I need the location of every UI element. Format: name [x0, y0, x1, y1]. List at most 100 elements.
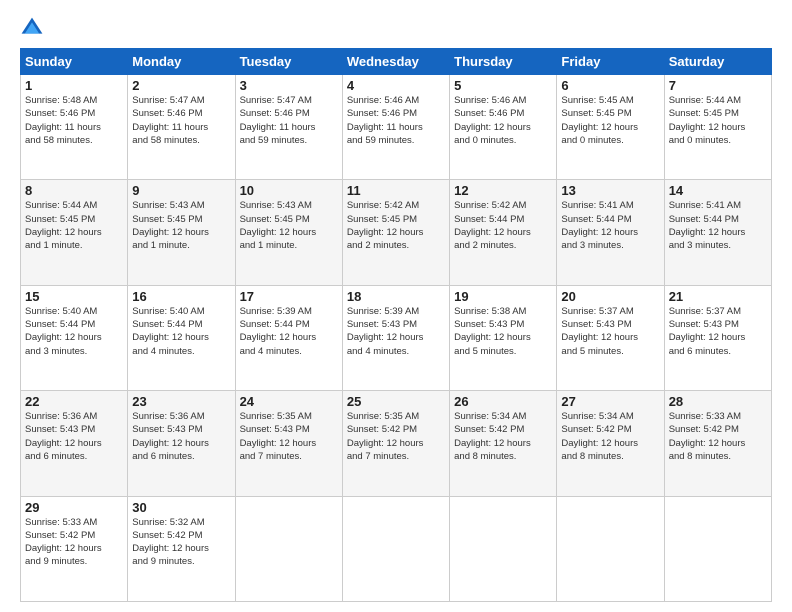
day-number: 30	[132, 500, 230, 515]
page: Sunday Monday Tuesday Wednesday Thursday…	[0, 0, 792, 612]
header-saturday: Saturday	[664, 49, 771, 75]
day-number: 21	[669, 289, 767, 304]
day-number: 29	[25, 500, 123, 515]
day-info: Sunrise: 5:39 AMSunset: 5:44 PMDaylight:…	[240, 305, 338, 358]
empty-cell	[342, 496, 449, 601]
day-info: Sunrise: 5:33 AMSunset: 5:42 PMDaylight:…	[669, 410, 767, 463]
day-1: 1Sunrise: 5:48 AMSunset: 5:46 PMDaylight…	[21, 75, 128, 180]
day-number: 23	[132, 394, 230, 409]
day-number: 18	[347, 289, 445, 304]
day-28: 28Sunrise: 5:33 AMSunset: 5:42 PMDayligh…	[664, 391, 771, 496]
day-info: Sunrise: 5:47 AMSunset: 5:46 PMDaylight:…	[132, 94, 230, 147]
empty-cell	[235, 496, 342, 601]
day-info: Sunrise: 5:48 AMSunset: 5:46 PMDaylight:…	[25, 94, 123, 147]
day-number: 14	[669, 183, 767, 198]
weekday-header-row: Sunday Monday Tuesday Wednesday Thursday…	[21, 49, 772, 75]
day-info: Sunrise: 5:33 AMSunset: 5:42 PMDaylight:…	[25, 516, 123, 569]
day-12: 12Sunrise: 5:42 AMSunset: 5:44 PMDayligh…	[450, 180, 557, 285]
day-15: 15Sunrise: 5:40 AMSunset: 5:44 PMDayligh…	[21, 285, 128, 390]
empty-cell	[557, 496, 664, 601]
day-number: 27	[561, 394, 659, 409]
logo	[20, 16, 48, 40]
week-row-5: 29Sunrise: 5:33 AMSunset: 5:42 PMDayligh…	[21, 496, 772, 601]
day-11: 11Sunrise: 5:42 AMSunset: 5:45 PMDayligh…	[342, 180, 449, 285]
day-info: Sunrise: 5:46 AMSunset: 5:46 PMDaylight:…	[347, 94, 445, 147]
day-14: 14Sunrise: 5:41 AMSunset: 5:44 PMDayligh…	[664, 180, 771, 285]
day-25: 25Sunrise: 5:35 AMSunset: 5:42 PMDayligh…	[342, 391, 449, 496]
calendar: Sunday Monday Tuesday Wednesday Thursday…	[20, 48, 772, 602]
day-info: Sunrise: 5:44 AMSunset: 5:45 PMDaylight:…	[25, 199, 123, 252]
day-info: Sunrise: 5:46 AMSunset: 5:46 PMDaylight:…	[454, 94, 552, 147]
day-number: 10	[240, 183, 338, 198]
day-info: Sunrise: 5:41 AMSunset: 5:44 PMDaylight:…	[669, 199, 767, 252]
day-number: 20	[561, 289, 659, 304]
day-13: 13Sunrise: 5:41 AMSunset: 5:44 PMDayligh…	[557, 180, 664, 285]
day-24: 24Sunrise: 5:35 AMSunset: 5:43 PMDayligh…	[235, 391, 342, 496]
day-info: Sunrise: 5:43 AMSunset: 5:45 PMDaylight:…	[240, 199, 338, 252]
day-info: Sunrise: 5:42 AMSunset: 5:45 PMDaylight:…	[347, 199, 445, 252]
day-23: 23Sunrise: 5:36 AMSunset: 5:43 PMDayligh…	[128, 391, 235, 496]
day-number: 3	[240, 78, 338, 93]
header-tuesday: Tuesday	[235, 49, 342, 75]
day-8: 8Sunrise: 5:44 AMSunset: 5:45 PMDaylight…	[21, 180, 128, 285]
day-19: 19Sunrise: 5:38 AMSunset: 5:43 PMDayligh…	[450, 285, 557, 390]
day-26: 26Sunrise: 5:34 AMSunset: 5:42 PMDayligh…	[450, 391, 557, 496]
day-21: 21Sunrise: 5:37 AMSunset: 5:43 PMDayligh…	[664, 285, 771, 390]
header-monday: Monday	[128, 49, 235, 75]
day-9: 9Sunrise: 5:43 AMSunset: 5:45 PMDaylight…	[128, 180, 235, 285]
day-info: Sunrise: 5:42 AMSunset: 5:44 PMDaylight:…	[454, 199, 552, 252]
day-info: Sunrise: 5:47 AMSunset: 5:46 PMDaylight:…	[240, 94, 338, 147]
empty-cell	[450, 496, 557, 601]
day-16: 16Sunrise: 5:40 AMSunset: 5:44 PMDayligh…	[128, 285, 235, 390]
day-10: 10Sunrise: 5:43 AMSunset: 5:45 PMDayligh…	[235, 180, 342, 285]
day-info: Sunrise: 5:45 AMSunset: 5:45 PMDaylight:…	[561, 94, 659, 147]
day-2: 2Sunrise: 5:47 AMSunset: 5:46 PMDaylight…	[128, 75, 235, 180]
day-20: 20Sunrise: 5:37 AMSunset: 5:43 PMDayligh…	[557, 285, 664, 390]
day-22: 22Sunrise: 5:36 AMSunset: 5:43 PMDayligh…	[21, 391, 128, 496]
day-18: 18Sunrise: 5:39 AMSunset: 5:43 PMDayligh…	[342, 285, 449, 390]
day-number: 24	[240, 394, 338, 409]
day-info: Sunrise: 5:43 AMSunset: 5:45 PMDaylight:…	[132, 199, 230, 252]
day-number: 4	[347, 78, 445, 93]
day-info: Sunrise: 5:37 AMSunset: 5:43 PMDaylight:…	[561, 305, 659, 358]
day-number: 8	[25, 183, 123, 198]
day-number: 5	[454, 78, 552, 93]
day-info: Sunrise: 5:38 AMSunset: 5:43 PMDaylight:…	[454, 305, 552, 358]
day-info: Sunrise: 5:36 AMSunset: 5:43 PMDaylight:…	[25, 410, 123, 463]
day-number: 26	[454, 394, 552, 409]
week-row-3: 15Sunrise: 5:40 AMSunset: 5:44 PMDayligh…	[21, 285, 772, 390]
day-4: 4Sunrise: 5:46 AMSunset: 5:46 PMDaylight…	[342, 75, 449, 180]
day-17: 17Sunrise: 5:39 AMSunset: 5:44 PMDayligh…	[235, 285, 342, 390]
day-number: 15	[25, 289, 123, 304]
day-5: 5Sunrise: 5:46 AMSunset: 5:46 PMDaylight…	[450, 75, 557, 180]
day-number: 22	[25, 394, 123, 409]
day-6: 6Sunrise: 5:45 AMSunset: 5:45 PMDaylight…	[557, 75, 664, 180]
day-info: Sunrise: 5:34 AMSunset: 5:42 PMDaylight:…	[561, 410, 659, 463]
day-number: 1	[25, 78, 123, 93]
day-number: 12	[454, 183, 552, 198]
day-number: 16	[132, 289, 230, 304]
day-info: Sunrise: 5:40 AMSunset: 5:44 PMDaylight:…	[132, 305, 230, 358]
day-number: 11	[347, 183, 445, 198]
week-row-2: 8Sunrise: 5:44 AMSunset: 5:45 PMDaylight…	[21, 180, 772, 285]
day-info: Sunrise: 5:35 AMSunset: 5:43 PMDaylight:…	[240, 410, 338, 463]
empty-cell	[664, 496, 771, 601]
day-info: Sunrise: 5:37 AMSunset: 5:43 PMDaylight:…	[669, 305, 767, 358]
day-info: Sunrise: 5:36 AMSunset: 5:43 PMDaylight:…	[132, 410, 230, 463]
day-info: Sunrise: 5:32 AMSunset: 5:42 PMDaylight:…	[132, 516, 230, 569]
header-friday: Friday	[557, 49, 664, 75]
day-info: Sunrise: 5:35 AMSunset: 5:42 PMDaylight:…	[347, 410, 445, 463]
header-wednesday: Wednesday	[342, 49, 449, 75]
day-27: 27Sunrise: 5:34 AMSunset: 5:42 PMDayligh…	[557, 391, 664, 496]
day-number: 7	[669, 78, 767, 93]
week-row-4: 22Sunrise: 5:36 AMSunset: 5:43 PMDayligh…	[21, 391, 772, 496]
day-info: Sunrise: 5:41 AMSunset: 5:44 PMDaylight:…	[561, 199, 659, 252]
header-sunday: Sunday	[21, 49, 128, 75]
day-info: Sunrise: 5:34 AMSunset: 5:42 PMDaylight:…	[454, 410, 552, 463]
header-thursday: Thursday	[450, 49, 557, 75]
week-row-1: 1Sunrise: 5:48 AMSunset: 5:46 PMDaylight…	[21, 75, 772, 180]
day-number: 28	[669, 394, 767, 409]
day-29: 29Sunrise: 5:33 AMSunset: 5:42 PMDayligh…	[21, 496, 128, 601]
day-info: Sunrise: 5:40 AMSunset: 5:44 PMDaylight:…	[25, 305, 123, 358]
day-number: 19	[454, 289, 552, 304]
